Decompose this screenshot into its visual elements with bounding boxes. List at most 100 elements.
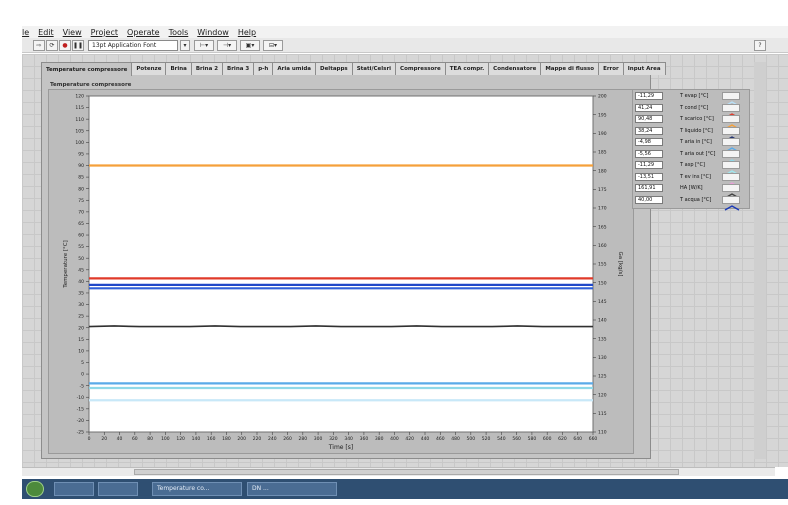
x-tick-label: 280 [299, 436, 308, 442]
legend-label: T cond [°C] [680, 104, 709, 111]
y-tick-label: 20 [78, 325, 84, 331]
x-tick-label: 80 [147, 436, 153, 442]
x-tick-label: 300 [314, 436, 323, 442]
legend-swatch[interactable] [722, 149, 740, 165]
right-strip [754, 62, 766, 459]
x-axis-label: Time [s] [328, 444, 353, 451]
y-tick-label: 0 [81, 372, 84, 378]
y2-tick-label: 145 [598, 299, 607, 305]
series-line [88, 325, 593, 328]
legend-swatch[interactable] [722, 115, 740, 130]
y2-axis-label: Ga [kg/s] [617, 251, 623, 276]
y2-tick-label: 190 [598, 131, 607, 137]
x-tick-label: 420 [405, 436, 414, 442]
legend-label: T evap [°C] [680, 93, 709, 99]
y2-tick-label: 185 [598, 150, 607, 156]
legend-value: 161,91 [635, 184, 663, 192]
x-tick-label: 320 [329, 436, 338, 442]
horizontal-scrollbar[interactable] [22, 467, 775, 476]
legend-swatch[interactable] [722, 195, 740, 211]
y2-tick-label: 180 [598, 168, 607, 174]
legend-label: T aria in [°C] [680, 139, 712, 145]
y2-tick-label: 115 [598, 411, 607, 417]
legend-swatch[interactable] [722, 126, 740, 142]
y-tick-label: -20 [77, 418, 84, 424]
legend-value: 41,24 [635, 103, 663, 112]
legend-value: -4,98 [635, 138, 663, 146]
legend-label: T ev ins [°C] [680, 173, 711, 180]
y-tick-label: 100 [75, 140, 84, 146]
taskbar-item[interactable] [98, 482, 138, 496]
y-tick-label: 25 [78, 314, 84, 320]
taskbar-item[interactable]: Temperature co... [152, 482, 242, 496]
x-tick-label: 40 [117, 436, 123, 442]
x-tick-label: 500 [467, 436, 476, 442]
legend-swatch[interactable] [722, 184, 740, 199]
taskbar-item[interactable] [54, 482, 94, 496]
x-tick-label: 360 [360, 436, 369, 442]
plot-area [88, 95, 594, 433]
legend-swatch[interactable] [722, 103, 740, 119]
taskbar: Temperature co... DN ... [22, 479, 788, 499]
y-tick-label: 45 [78, 267, 84, 273]
x-tick-label: 100 [161, 436, 170, 442]
y-tick-label: 60 [78, 233, 84, 239]
x-tick-label: 160 [207, 436, 216, 442]
legend-value: -11,29 [635, 92, 663, 100]
y-tick-label: 35 [78, 291, 84, 297]
legend-swatch[interactable] [722, 161, 740, 176]
x-tick-label: 140 [192, 436, 201, 442]
y2-tick-label: 170 [598, 206, 607, 212]
y-tick-label: 90 [78, 163, 84, 169]
y-tick-label: 115 [75, 105, 84, 111]
legend-label: T liquido [°C] [680, 127, 713, 134]
legend-swatch[interactable] [722, 92, 740, 107]
scrollbar-thumb[interactable] [134, 469, 679, 475]
y-tick-label: -25 [77, 430, 84, 436]
x-tick-label: 180 [222, 436, 231, 442]
y2-tick-label: 195 [598, 112, 607, 118]
legend-label: HA [W/K] [680, 185, 703, 191]
x-tick-label: 380 [375, 436, 384, 442]
y-tick-label: 5 [81, 360, 84, 366]
x-tick-label: 600 [543, 436, 552, 442]
y-tick-label: 120 [75, 94, 84, 100]
legend-swatch[interactable] [722, 172, 740, 188]
y2-tick-label: 110 [598, 430, 607, 436]
y-tick-label: -5 [80, 383, 85, 389]
legend-label: T asp [°C] [680, 162, 705, 168]
y-tick-label: 95 [78, 152, 84, 158]
y2-tick-label: 130 [598, 355, 607, 361]
y-tick-label: 80 [78, 186, 84, 192]
x-tick-label: 340 [344, 436, 353, 442]
y2-tick-label: 135 [598, 336, 607, 342]
y2-tick-label: 200 [598, 94, 607, 100]
chart-svg: -25 -20 -15 -10 -5 0 5 10 15 20 25 30 35 40 45 50 55 60 65… [63, 94, 623, 451]
x-tick-label: 560 [512, 436, 521, 442]
y-tick-label: -15 [77, 406, 84, 412]
legend-label: T aria out [°C] [680, 150, 716, 157]
y-tick-label: 15 [78, 337, 84, 343]
y-tick-label: 55 [78, 244, 84, 250]
x-tick-label: 120 [176, 436, 185, 442]
x-tick-label: 660 [589, 436, 598, 442]
y-tick-label: 30 [78, 302, 84, 308]
y-tick-label: 85 [78, 175, 84, 181]
taskbar-item[interactable]: DN ... [247, 482, 337, 496]
y-tick-label: 10 [78, 348, 84, 354]
x-tick-label: 640 [573, 436, 582, 442]
y-tick-label: 105 [75, 128, 84, 134]
y2-tick-label: 120 [598, 392, 607, 398]
x-tick-label: 260 [283, 436, 292, 442]
y-axis-label: Temperature [°C] [63, 240, 69, 288]
x-tick-label: 620 [558, 436, 567, 442]
y-tick-label: -10 [77, 395, 84, 401]
y-tick-label: 110 [75, 117, 84, 123]
legend-label: T scarico [°C] [680, 116, 714, 122]
y-tick-label: 70 [78, 209, 84, 215]
y-tick-label: 65 [78, 221, 84, 227]
legend-swatch[interactable] [722, 138, 740, 153]
y2-tick-label: 125 [598, 374, 607, 380]
y-tick-label: 75 [78, 198, 84, 204]
start-icon[interactable] [26, 481, 44, 497]
